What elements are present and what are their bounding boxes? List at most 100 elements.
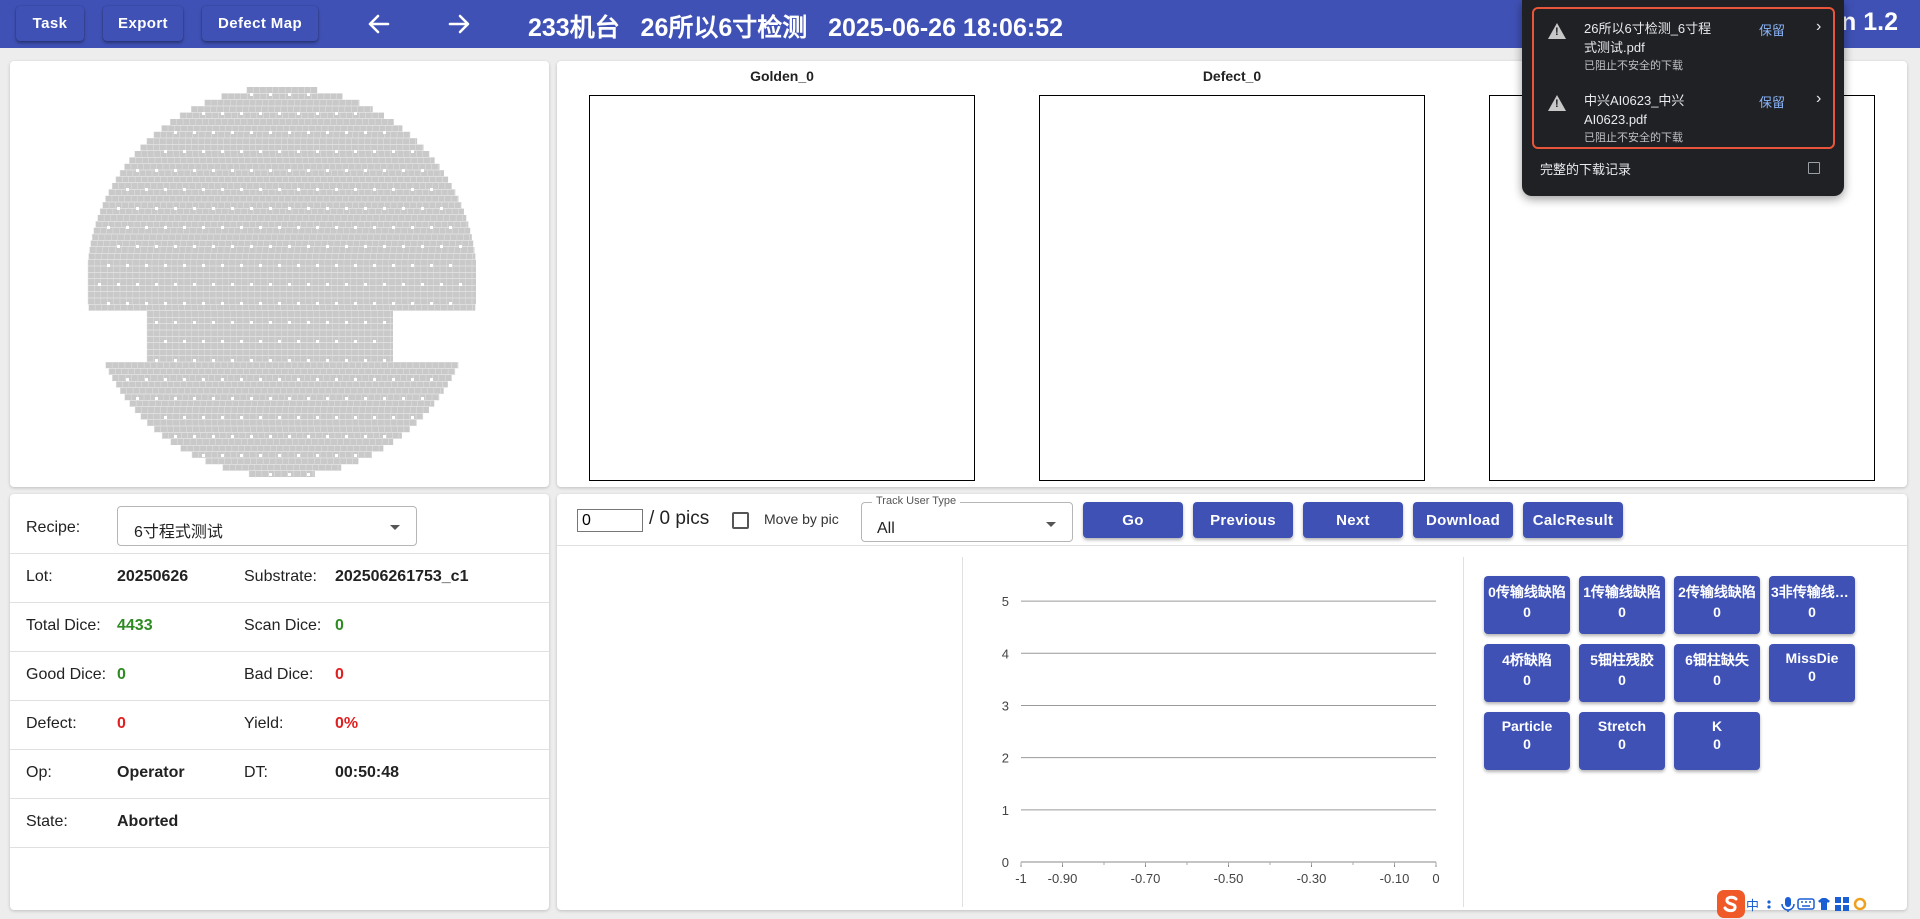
defect-class-button[interactable]: 1传输线缺陷 0 xyxy=(1579,576,1665,634)
next-button[interactable]: Next xyxy=(1303,502,1403,538)
die-marker xyxy=(411,378,414,381)
die-marker xyxy=(231,245,234,248)
die-marker xyxy=(278,340,281,343)
die-marker xyxy=(288,283,291,286)
die-marker xyxy=(250,169,253,172)
die-row xyxy=(147,419,417,426)
pic-index-input[interactable] xyxy=(577,509,643,532)
defect-class-button[interactable]: 5钿柱残胶 0 xyxy=(1579,644,1665,702)
die-marker xyxy=(193,207,196,210)
die-marker xyxy=(402,283,405,286)
die-marker xyxy=(364,397,367,400)
lot-row: Lot: 20250626 Substrate: 202506261753_c1 xyxy=(10,554,549,603)
die-marker xyxy=(316,378,319,381)
skin-icon[interactable] xyxy=(1815,895,1833,913)
die-marker xyxy=(174,245,177,248)
chevron-right-icon[interactable]: › xyxy=(1816,18,1821,36)
die-marker xyxy=(430,226,433,229)
microphone-icon[interactable] xyxy=(1779,895,1797,913)
wafer-map[interactable] xyxy=(10,61,549,487)
die-marker xyxy=(126,264,129,267)
die-marker xyxy=(354,416,357,419)
previous-button[interactable]: Previous xyxy=(1193,502,1293,538)
ime-settings-icon[interactable] xyxy=(1851,895,1869,913)
die-marker xyxy=(136,283,139,286)
sogou-logo-icon[interactable] xyxy=(1716,889,1746,919)
keyboard-icon[interactable] xyxy=(1797,895,1815,913)
recipe-select[interactable]: 6寸程式测试 xyxy=(117,506,417,546)
die-marker xyxy=(240,188,243,191)
die-marker xyxy=(307,93,310,96)
defect-class-name: 3非传输线缺陷 xyxy=(1771,584,1855,600)
defect-map-button[interactable]: Defect Map xyxy=(202,6,318,41)
back-arrow-icon[interactable] xyxy=(364,10,394,38)
die-marker xyxy=(383,131,386,134)
die-marker xyxy=(164,226,167,229)
forward-arrow-icon[interactable] xyxy=(444,10,474,38)
defect-class-button[interactable]: Particle 0 xyxy=(1484,712,1570,770)
chevron-right-icon[interactable]: › xyxy=(1816,90,1821,108)
dt-label: DT: xyxy=(244,764,268,781)
full-download-history-link[interactable]: 完整的下载记录 xyxy=(1540,159,1631,178)
die-marker xyxy=(269,169,272,172)
wafer-map-panel xyxy=(10,61,549,487)
die-marker xyxy=(307,169,310,172)
defect-class-button[interactable]: 6钿柱缺失 0 xyxy=(1674,644,1760,702)
die-row xyxy=(180,112,384,119)
die-marker xyxy=(193,435,196,438)
die-marker xyxy=(212,435,215,438)
die-marker xyxy=(297,226,300,229)
task-button[interactable]: Task xyxy=(16,6,84,41)
die-marker xyxy=(221,340,224,343)
die-marker xyxy=(212,131,215,134)
defect-class-button[interactable]: 3非传输线缺陷 0 xyxy=(1769,576,1855,634)
defect-class-button[interactable]: K0 xyxy=(1674,712,1760,770)
die-marker xyxy=(278,264,281,267)
punctuation-icon[interactable] xyxy=(1765,897,1779,911)
calc-result-button[interactable]: CalcResult xyxy=(1523,502,1623,538)
die-marker xyxy=(354,302,357,305)
die-row xyxy=(124,163,440,170)
die-marker xyxy=(250,245,253,248)
defect-class-button[interactable]: Stretch 0 xyxy=(1579,712,1665,770)
die-marker xyxy=(297,150,300,153)
defect-class-button[interactable]: 2传输线缺陷 0 xyxy=(1674,576,1760,634)
defect-class-button[interactable]: 4桥缺陷 0 xyxy=(1484,644,1570,702)
die-row xyxy=(192,451,372,458)
ime-lang-indicator[interactable]: 中 xyxy=(1746,895,1759,914)
golden-image[interactable] xyxy=(589,95,975,481)
die-marker xyxy=(164,150,167,153)
die-marker xyxy=(421,245,424,248)
download-item[interactable]: 26所以6寸检测_6寸程式测试.pdf 已阻止不安全的下载 保留 › xyxy=(1534,9,1833,79)
warning-icon xyxy=(1548,23,1566,39)
keep-link[interactable]: 保留 xyxy=(1759,20,1785,39)
defect-class-name: Stretch xyxy=(1597,718,1647,734)
go-button[interactable]: Go xyxy=(1083,502,1183,538)
die-marker xyxy=(459,283,462,286)
die-marker xyxy=(174,283,177,286)
defect-image[interactable] xyxy=(1039,95,1425,481)
defect-class-button[interactable]: MissDie 0 xyxy=(1769,644,1855,702)
toolbox-icon[interactable] xyxy=(1833,895,1851,913)
track-user-type-select[interactable]: All xyxy=(861,502,1073,542)
keep-link[interactable]: 保留 xyxy=(1759,92,1785,111)
export-button[interactable]: Export xyxy=(103,6,183,41)
chevron-down-icon xyxy=(1046,522,1056,527)
die-marker xyxy=(392,378,395,381)
die-marker xyxy=(183,302,186,305)
die-marker xyxy=(212,359,215,362)
open-external-icon[interactable] xyxy=(1808,162,1820,174)
defect-class-button[interactable]: 0传输线缺陷 0 xyxy=(1484,576,1570,634)
track-user-type-label: Track User Type xyxy=(872,495,961,507)
die-marker xyxy=(155,359,158,362)
die-row xyxy=(170,119,394,125)
die-marker xyxy=(136,245,139,248)
die-marker xyxy=(221,150,224,153)
die-marker xyxy=(373,340,376,343)
die-marker xyxy=(117,245,120,248)
track-user-type-value: All xyxy=(877,520,895,537)
download-button[interactable]: Download xyxy=(1413,502,1513,538)
die-marker xyxy=(164,188,167,191)
move-by-pic-checkbox[interactable] xyxy=(732,512,749,529)
download-item[interactable]: 中兴AI0623_中兴AI0623.pdf 已阻止不安全的下载 保留 › xyxy=(1534,81,1833,151)
